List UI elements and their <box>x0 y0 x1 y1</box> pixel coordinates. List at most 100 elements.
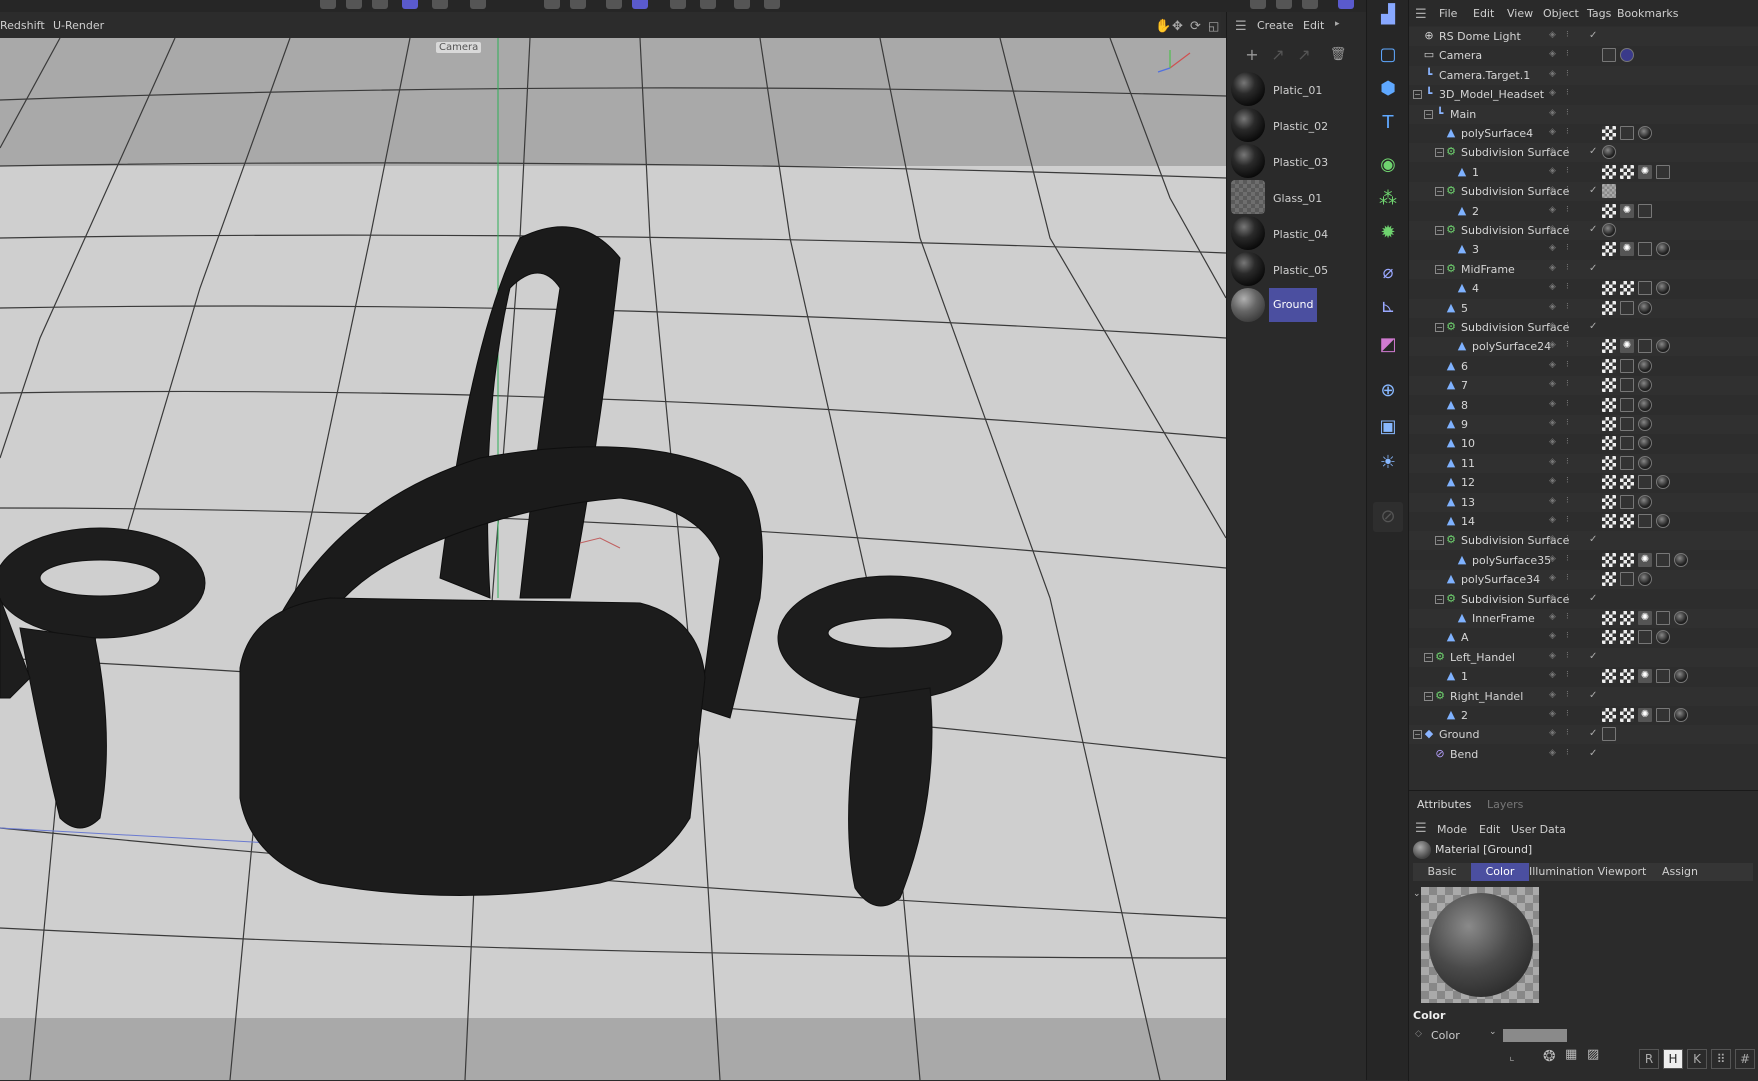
checker-tag-icon[interactable] <box>1620 708 1634 722</box>
tree-item-label[interactable]: Ground <box>1439 728 1479 741</box>
visibility-dots-icon[interactable]: ⁝ <box>1566 321 1576 333</box>
checker-tag-icon[interactable] <box>1602 242 1616 257</box>
material-item[interactable]: Plastic_05 <box>1231 252 1361 286</box>
visibility-dots-icon[interactable]: ⁝ <box>1566 554 1576 566</box>
tree-row[interactable]: ▲ 7 ⁝ ◈ <box>1409 376 1758 395</box>
keyframe-diamond-icon[interactable]: ◇ <box>1415 1029 1422 1039</box>
maximize-icon[interactable]: ◱ <box>1208 19 1219 33</box>
tree-item-label[interactable]: polySurface34 <box>1461 573 1540 586</box>
material-tag-icon[interactable] <box>1602 223 1616 237</box>
tree-row[interactable]: ▲ 5 ⁝ ◈ <box>1409 299 1758 318</box>
checker-tag-icon[interactable] <box>1602 436 1616 451</box>
trash-icon[interactable]: 🗑 <box>1327 44 1349 66</box>
expand-toggle-icon[interactable]: − <box>1424 691 1433 701</box>
visibility-dots-icon[interactable]: ⁝ <box>1566 185 1576 197</box>
color-swatch[interactable] <box>1503 1029 1567 1042</box>
tool-icon[interactable] <box>432 0 448 9</box>
uvw-tag-icon[interactable] <box>1638 475 1652 490</box>
tree-item-label[interactable]: 14 <box>1461 515 1475 528</box>
tree-item-label[interactable]: 4 <box>1472 282 1479 295</box>
material-tag-icon[interactable] <box>1638 417 1652 431</box>
tree-row[interactable]: ▲ 9 ⁝ ◈ <box>1409 415 1758 434</box>
active-tool-icon[interactable] <box>632 0 648 9</box>
hsv-mode-button[interactable]: H <box>1663 1049 1683 1069</box>
subtab-assign[interactable]: Assign <box>1651 863 1709 881</box>
tool-icon[interactable] <box>570 0 586 9</box>
layer-icon[interactable]: ◈ <box>1549 496 1559 508</box>
layer-icon[interactable]: ◈ <box>1549 108 1559 120</box>
layer-icon[interactable]: ◈ <box>1549 166 1559 178</box>
material-tag-icon[interactable] <box>1656 281 1670 296</box>
layer-icon[interactable]: ◈ <box>1549 437 1559 449</box>
tree-row[interactable]: ▲ polySurface24 ⁝ ◈ ✺ <box>1409 337 1758 356</box>
checker-tag-icon[interactable] <box>1602 669 1616 684</box>
material-item[interactable]: Platic_01 <box>1231 72 1361 106</box>
uvw-tag-icon[interactable] <box>1620 417 1634 431</box>
uvw-tag-icon[interactable] <box>1620 397 1634 412</box>
uvw-tag-icon[interactable] <box>1638 514 1652 528</box>
layer-icon[interactable]: ◈ <box>1549 651 1559 663</box>
layer-icon[interactable]: ◈ <box>1549 612 1559 624</box>
visibility-dots-icon[interactable]: ⁝ <box>1566 670 1576 682</box>
tree-item-label[interactable]: Left_Handel <box>1450 651 1515 664</box>
tool-icon[interactable] <box>734 0 750 9</box>
tree-item-label[interactable]: A <box>1461 631 1469 644</box>
material-tag-icon[interactable] <box>1638 494 1652 509</box>
tree-item-label[interactable]: 6 <box>1461 360 1468 373</box>
menu-mode[interactable]: Mode <box>1437 823 1467 836</box>
menu-create[interactable]: Create <box>1257 19 1294 32</box>
visibility-dots-icon[interactable]: ⁝ <box>1566 379 1576 391</box>
cloner-icon[interactable]: ⁂ <box>1373 184 1403 214</box>
checker-tag-icon[interactable] <box>1602 126 1616 140</box>
visibility-dots-icon[interactable]: ⁝ <box>1566 340 1576 352</box>
visibility-dots-icon[interactable]: ⁝ <box>1566 593 1576 605</box>
spline-icon[interactable]: ◩ <box>1373 330 1403 360</box>
tool-icon[interactable] <box>544 0 560 9</box>
tree-item-label[interactable]: polySurface24 <box>1472 340 1551 353</box>
light-icon[interactable]: ☀ <box>1373 448 1403 478</box>
checker-tag-icon[interactable] <box>1602 397 1616 412</box>
visibility-dots-icon[interactable]: ⁝ <box>1566 534 1576 546</box>
visibility-dots-icon[interactable]: ⁝ <box>1566 399 1576 411</box>
tool-icon[interactable] <box>320 0 336 9</box>
layer-icon[interactable]: ◈ <box>1549 593 1559 605</box>
checker-tag-icon[interactable] <box>1602 358 1616 373</box>
phong-tag-icon[interactable]: ✺ <box>1620 203 1634 218</box>
tree-row[interactable]: ▲ 1 ⁝ ◈ ✺ <box>1409 163 1758 182</box>
layer-icon[interactable]: ◈ <box>1549 69 1559 81</box>
tree-item-label[interactable]: 1 <box>1461 670 1468 683</box>
visibility-dots-icon[interactable]: ⁝ <box>1566 709 1576 721</box>
checker-tag-icon[interactable] <box>1602 630 1616 645</box>
layer-icon[interactable]: ◈ <box>1549 185 1559 197</box>
layer-icon[interactable]: ◈ <box>1549 515 1559 527</box>
visibility-dots-icon[interactable]: ⁝ <box>1566 243 1576 255</box>
expand-toggle-icon[interactable]: − <box>1435 536 1444 546</box>
material-tag-icon[interactable] <box>1674 669 1688 684</box>
uvw-tag-icon[interactable] <box>1656 164 1670 179</box>
layer-icon[interactable]: ◈ <box>1549 340 1559 352</box>
tree-item-label[interactable]: 2 <box>1461 709 1468 722</box>
link-icon[interactable]: ↗ <box>1267 44 1289 66</box>
visibility-dots-icon[interactable]: ⁝ <box>1566 748 1576 760</box>
uvw-tag-icon[interactable] <box>1638 203 1652 218</box>
checker-tag-icon[interactable] <box>1620 611 1634 625</box>
checker-tag-icon[interactable] <box>1602 339 1616 354</box>
tree-item-label[interactable]: Right_Handel <box>1450 690 1523 703</box>
menu-user-data[interactable]: User Data <box>1511 823 1566 836</box>
tree-row[interactable]: − ⚙ Right_Handel ⁝ ◈ ✓ <box>1409 687 1758 706</box>
visibility-dots-icon[interactable]: ⁝ <box>1566 496 1576 508</box>
enabled-check-icon[interactable]: ✓ <box>1589 185 1597 196</box>
tree-row[interactable]: ▲ 14 ⁝ ◈ <box>1409 512 1758 531</box>
phong-tag-icon[interactable]: ✺ <box>1638 708 1652 722</box>
tool-icon[interactable] <box>1302 0 1318 9</box>
tool-icon[interactable] <box>700 0 716 9</box>
tree-item-label[interactable]: RS Dome Light <box>1439 30 1521 43</box>
material-tag-icon[interactable] <box>1638 126 1652 140</box>
enabled-check-icon[interactable]: ✓ <box>1589 30 1597 41</box>
layer-icon[interactable]: ◈ <box>1549 146 1559 158</box>
gear-icon[interactable]: ✹ <box>1373 218 1403 248</box>
uvw-tag-icon[interactable] <box>1656 611 1670 625</box>
tree-row[interactable]: − ⚙ Subdivision Surface ⁝ ◈ ✓ <box>1409 143 1758 162</box>
subtab-color[interactable]: Color <box>1471 863 1529 881</box>
tree-row[interactable]: − ⚙ Subdivision Surface ⁝ ◈ ✓ <box>1409 531 1758 550</box>
